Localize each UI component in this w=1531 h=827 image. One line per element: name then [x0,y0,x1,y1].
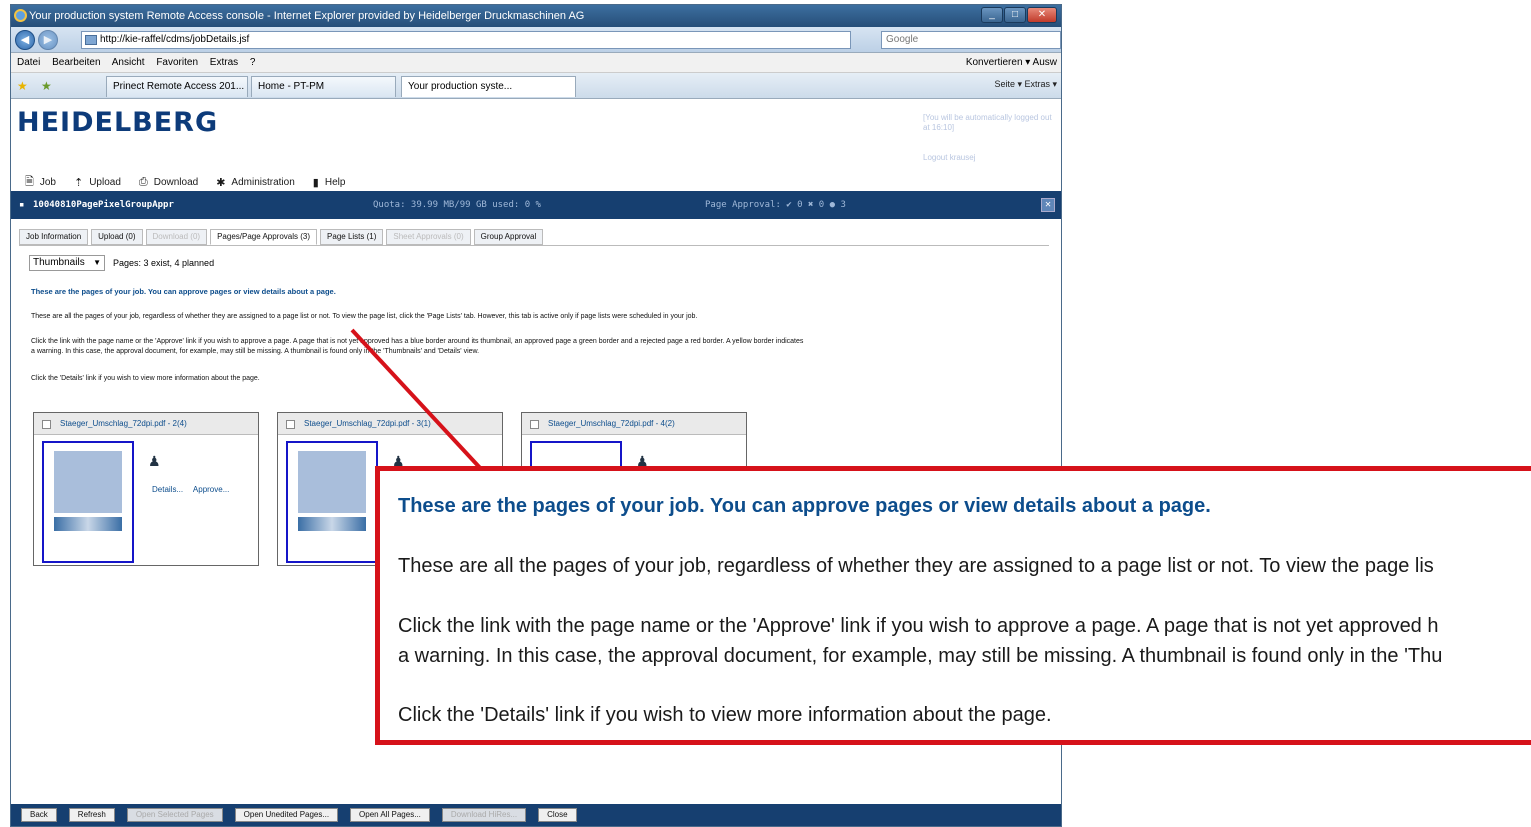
callout-paragraph-2b: a warning. In this case, the approval do… [398,645,1443,667]
callout-paragraph-1: These are all the pages of your job, reg… [398,555,1434,577]
callout-paragraph-2a: Click the link with the page name or the… [398,615,1439,637]
callout-pointer-line [350,328,484,472]
zoom-callout: These are the pages of your job. You can… [375,466,1531,745]
callout-heading: These are the pages of your job. You can… [398,495,1211,517]
callout-paragraph-3: Click the 'Details' link if you wish to … [398,704,1052,726]
